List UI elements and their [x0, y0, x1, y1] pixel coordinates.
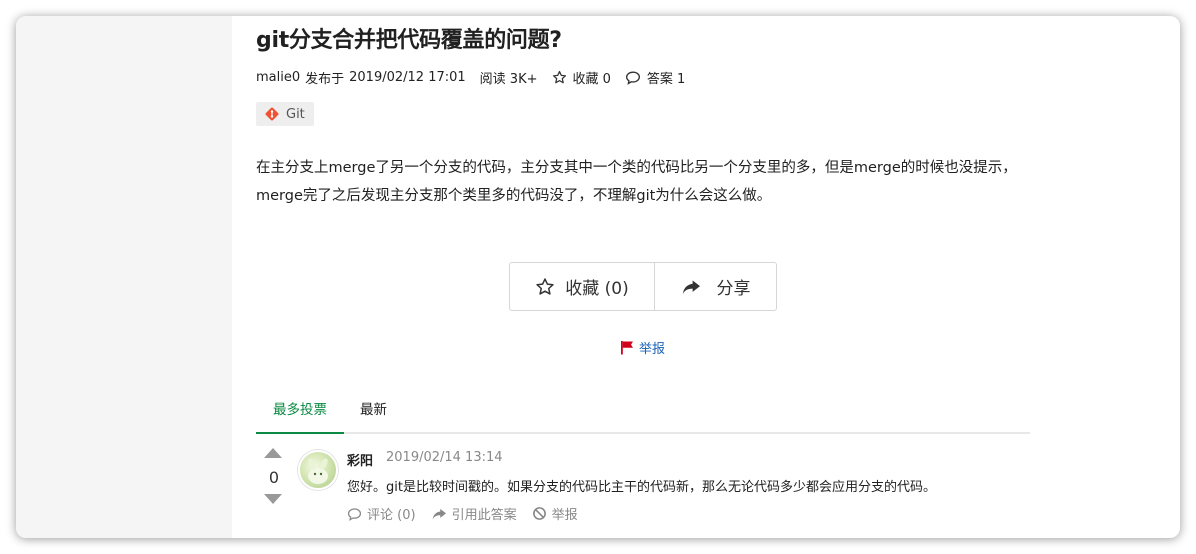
comment-icon — [347, 507, 362, 521]
answer-report-button[interactable]: 举报 — [532, 504, 578, 523]
ban-icon — [532, 507, 546, 520]
star-icon — [552, 70, 566, 84]
flag-icon — [621, 341, 633, 355]
browser-window: git分支合并把代码覆盖的问题? malie0 发布于 2019/02/12 1… — [16, 16, 1180, 538]
favorite-button[interactable]: 收藏 (0) — [510, 263, 655, 310]
star-icon — [536, 277, 554, 295]
answer-actions: 评论 (0) 引用此答案 举报 — [347, 504, 593, 523]
share-button-label: 分享 — [716, 279, 751, 299]
answer-report-label: 举报 — [551, 508, 578, 523]
answer-body: 您好。git是比较时间戳的。如果分支的代码比主干的代码新，那么无论代码多少都会应… — [347, 480, 936, 495]
vote-down-icon[interactable] — [264, 494, 282, 504]
answer-author[interactable]: 彩阳 — [347, 450, 373, 469]
avatar-image — [308, 458, 328, 484]
comment-icon — [625, 71, 640, 85]
left-sidebar — [16, 16, 232, 538]
report-link-label: 举报 — [639, 342, 666, 357]
comment-button[interactable]: 评论 (0) — [347, 504, 416, 523]
vote-count: 0 — [268, 468, 280, 487]
published-prefix: 发布于 — [305, 72, 345, 87]
report-link[interactable]: 举报 — [620, 338, 665, 357]
tag-label: Git — [286, 106, 305, 122]
vote-up-icon[interactable] — [264, 448, 282, 458]
question-title: git分支合并把代码覆盖的问题? — [256, 28, 562, 53]
answer-date: 2019/02/14 13:14 — [386, 450, 503, 465]
share-icon — [432, 508, 446, 519]
tab-most-votes[interactable]: 最多投票 — [256, 398, 344, 434]
quote-answer-label: 引用此答案 — [451, 508, 517, 523]
tag-git[interactable]: Git — [256, 102, 314, 126]
read-count: 阅读 3K+ — [479, 72, 538, 87]
avatar[interactable] — [298, 450, 338, 490]
action-button-group: 收藏 (0) 分享 — [509, 262, 777, 311]
question-meta: malie0 发布于 2019/02/12 17:01 阅读 3K+ 收藏 0 … — [256, 68, 685, 87]
favorite-count[interactable]: 收藏 0 — [573, 68, 611, 87]
comment-label: 评论 (0) — [367, 508, 416, 523]
question-author[interactable]: malie0 — [256, 70, 300, 85]
question-body: 在主分支上merge了另一个分支的代码，主分支其中一个类的代码比另一个分支里的多… — [256, 160, 1017, 204]
answer-item: 0 彩阳 2019/02/14 13:14 您好。git是比较时间戳的。如果分支… — [256, 446, 1030, 536]
tab-newest[interactable]: 最新 — [360, 398, 387, 418]
answer-sort-tabs: 最多投票 最新 — [256, 398, 1030, 434]
share-button[interactable]: 分享 — [655, 263, 776, 310]
favorite-button-label: 收藏 (0) — [565, 279, 629, 299]
git-logo-icon — [265, 107, 279, 121]
quote-answer-button[interactable]: 引用此答案 — [431, 504, 517, 523]
share-icon — [682, 279, 700, 294]
published-date: 2019/02/12 17:01 — [349, 70, 466, 85]
answer-count[interactable]: 答案 1 — [647, 68, 685, 87]
